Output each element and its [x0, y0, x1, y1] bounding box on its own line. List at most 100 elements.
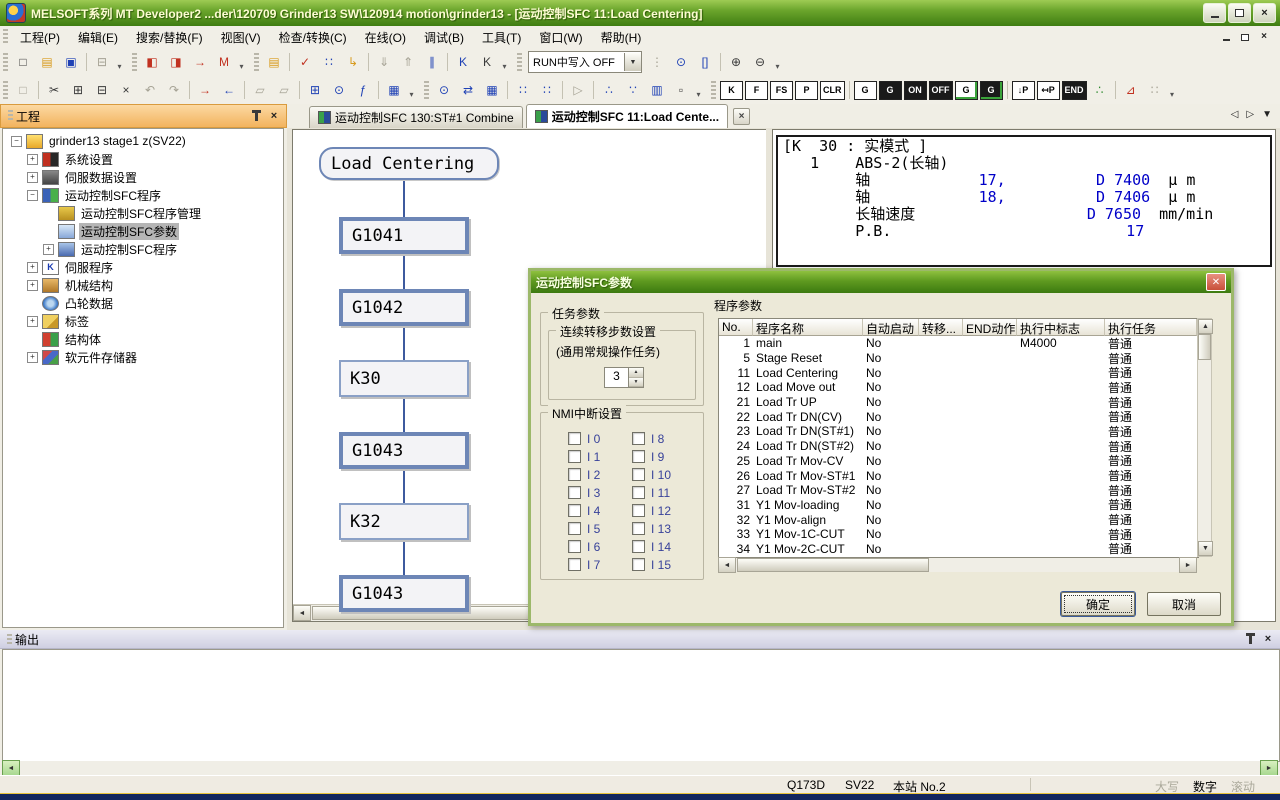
motion-m-icon[interactable]: M — [213, 51, 235, 73]
transfer-steps-stepper[interactable]: 3 ▲ ▼ — [604, 367, 644, 388]
mdi-restore-button[interactable] — [1237, 30, 1253, 44]
mdi-minimize-button[interactable] — [1218, 30, 1234, 44]
run-step-icon[interactable]: ▷ — [567, 79, 589, 101]
tree-item-servo-data[interactable]: +伺服数据设置 — [3, 168, 283, 186]
toolbar-overflow-icon[interactable]: ▾ — [236, 51, 247, 73]
tab-close-icon[interactable]: × — [733, 108, 750, 125]
table-horizontal-scrollbar[interactable]: ◄ ► — [718, 558, 1197, 572]
sfc-start-step[interactable]: Load Centering — [319, 147, 499, 180]
sfc-g-button[interactable]: G — [854, 81, 877, 100]
tree-expander-icon[interactable]: + — [27, 172, 38, 183]
output-scroll-left-icon[interactable]: ◄ — [2, 760, 20, 776]
toolbar-drag-handle[interactable] — [517, 53, 522, 71]
menu-item-2[interactable]: 搜索/替换(F) — [127, 26, 212, 49]
toolbar-overflow-icon[interactable]: ▾ — [693, 79, 704, 101]
toolbar-drag-handle[interactable] — [132, 53, 137, 71]
scroll-left-icon[interactable]: ◄ — [293, 605, 311, 621]
tab-scroll-right-icon[interactable]: ▷ — [1246, 109, 1254, 120]
sfc-g-wait-button[interactable]: G — [955, 81, 978, 100]
transfer-setup-icon[interactable]: → — [189, 51, 211, 73]
paste-icon[interactable]: ⊟ — [91, 79, 113, 101]
output-scroll-right-icon[interactable]: ► — [1260, 760, 1278, 776]
checkbox-i15[interactable] — [632, 558, 645, 571]
tree-item-project-root[interactable]: −grinder13 stage1 z(SV22) — [3, 132, 283, 150]
device-use-icon[interactable]: ⇄ — [457, 79, 479, 101]
checkbox-i1[interactable] — [568, 450, 581, 463]
table-row[interactable]: 5Stage ResetNo普通 — [719, 351, 1198, 366]
tree-item-sfc-program-manage[interactable]: 运动控制SFC程序管理 — [3, 204, 283, 222]
table-header-2[interactable]: 自动启动 — [863, 319, 919, 336]
toolbar-drag-handle[interactable] — [254, 53, 259, 71]
checkbox-i4[interactable] — [568, 504, 581, 517]
checkbox-i12[interactable] — [632, 504, 645, 517]
document-tab-0[interactable]: 运动控制SFC 130:ST#1 Combine — [309, 106, 523, 128]
tree-item-sfc-parameter[interactable]: 运动控制SFC参数 — [3, 222, 283, 240]
link-b-icon[interactable]: ∷ — [536, 79, 558, 101]
table-row[interactable]: 33Y1 Mov-1C-CUTNo普通 — [719, 527, 1198, 542]
delete-icon[interactable]: × — [115, 79, 137, 101]
dev-find-icon[interactable]: ⊙ — [328, 79, 350, 101]
table-row[interactable]: 34Y1 Mov-2C-CUTNo普通 — [719, 542, 1198, 557]
menu-item-7[interactable]: 工具(T) — [473, 26, 530, 49]
table-header-6[interactable]: 执行任务 — [1105, 319, 1197, 336]
checkbox-i14[interactable] — [632, 540, 645, 553]
link-a-icon[interactable]: ∷ — [512, 79, 534, 101]
table-row[interactable]: 32Y1 Mov-alignNo普通 — [719, 512, 1198, 527]
open-file-icon[interactable]: ▤ — [36, 51, 58, 73]
toolbar-overflow-icon[interactable]: ▾ — [114, 51, 125, 73]
restore-button[interactable] — [1228, 3, 1251, 23]
checkbox-i8[interactable] — [632, 432, 645, 445]
toolbar-drag-handle[interactable] — [3, 81, 8, 99]
zoom-in-icon[interactable]: ⊕ — [725, 51, 747, 73]
device-batch-icon[interactable]: ▦ — [481, 79, 503, 101]
document-tab-1[interactable]: 运动控制SFC 11:Load Cente... — [526, 104, 728, 128]
step-find-icon[interactable]: ⊙ — [670, 51, 692, 73]
stepper-up-icon[interactable]: ▲ — [629, 368, 643, 378]
table-header-3[interactable]: 转移... — [919, 319, 963, 336]
tree-expander-icon[interactable]: − — [27, 190, 38, 201]
monitor-icon[interactable]: ▦ — [383, 79, 405, 101]
relay-check-icon[interactable]: ∷ — [318, 51, 340, 73]
checkbox-i5[interactable] — [568, 522, 581, 535]
undo-icon[interactable]: ↶ — [139, 79, 161, 101]
step-list-icon[interactable]: ⋮ — [646, 51, 668, 73]
k-find-icon[interactable]: K — [476, 51, 498, 73]
menu-item-6[interactable]: 调试(B) — [415, 26, 473, 49]
output-scrollbar[interactable]: ◄ ► — [2, 761, 1278, 775]
checkbox-i13[interactable] — [632, 522, 645, 535]
branch-move-icon[interactable]: ∷ — [1144, 79, 1166, 101]
menu-item-4[interactable]: 检查/转换(C) — [270, 26, 356, 49]
toolbar-drag-handle[interactable] — [424, 81, 429, 99]
ok-button[interactable]: 确定 — [1061, 592, 1135, 616]
project-panel-close-icon[interactable]: × — [266, 109, 282, 123]
tree-expander-icon[interactable]: − — [11, 136, 22, 147]
bracket-g-icon[interactable]: [] — [694, 51, 716, 73]
output-drag-handle[interactable] — [7, 634, 12, 644]
sfc-step-g1041-0[interactable]: G1041 — [339, 217, 469, 254]
menu-item-3[interactable]: 视图(V) — [212, 26, 270, 49]
chain-a-icon[interactable]: ∴ — [598, 79, 620, 101]
sfc-f-button[interactable]: F — [745, 81, 768, 100]
table-row[interactable]: 12Load Move outNo普通 — [719, 380, 1198, 395]
table-row[interactable]: 27Load Tr Mov-ST#2No普通 — [719, 483, 1198, 498]
table-header-1[interactable]: 程序名称 — [753, 319, 863, 336]
branch-set-icon[interactable]: ∴ — [1089, 79, 1111, 101]
checkbox-i7[interactable] — [568, 558, 581, 571]
menu-item-0[interactable]: 工程(P) — [11, 26, 69, 49]
cross-ref-icon[interactable]: ⊙ — [433, 79, 455, 101]
dev-k-icon[interactable]: K — [452, 51, 474, 73]
table-row[interactable]: 23Load Tr DN(ST#1)No普通 — [719, 424, 1198, 439]
table-scroll-up-icon[interactable]: ▲ — [1198, 319, 1213, 334]
screen-monitor-icon[interactable]: ◧ — [141, 51, 163, 73]
sfc-g-inv-button[interactable]: G — [879, 81, 902, 100]
toolbar-drag-handle[interactable] — [711, 81, 716, 99]
screen-edit-icon[interactable]: ◨ — [165, 51, 187, 73]
tree-expander-icon[interactable]: + — [27, 262, 38, 273]
combo-dropdown-icon[interactable]: ▼ — [624, 53, 641, 71]
tree-item-label[interactable]: +标签 — [3, 312, 283, 330]
branch-insert-icon[interactable]: ⊿ — [1120, 79, 1142, 101]
table-vertical-scrollbar[interactable]: ▲ ▼ — [1197, 318, 1212, 557]
menu-item-1[interactable]: 编辑(E) — [69, 26, 127, 49]
menu-item-8[interactable]: 窗口(W) — [530, 26, 591, 49]
dev-fx-icon[interactable]: ƒ — [352, 79, 374, 101]
